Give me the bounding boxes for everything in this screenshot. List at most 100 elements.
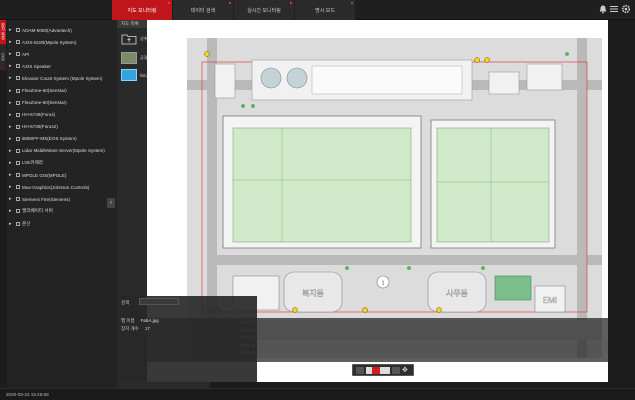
bell-icon[interactable] <box>599 5 607 17</box>
tree-item[interactable]: ▸ Lidar MiddleWare Server(Mpole System) <box>7 145 117 157</box>
tab-indicator <box>290 2 292 4</box>
map-label-office: 사무동 <box>446 289 468 298</box>
expand-arrow-icon[interactable]: ▸ <box>9 124 14 130</box>
checkbox[interactable] <box>16 173 20 178</box>
expand-arrow-icon[interactable]: ▸ <box>9 112 14 118</box>
tree-item[interactable]: ▸ 준신 <box>7 218 117 230</box>
expand-arrow-icon[interactable]: ▸ <box>9 196 14 202</box>
map-control-bar: ✥ <box>352 364 414 376</box>
expand-arrow-icon[interactable]: ▸ <box>9 100 14 106</box>
tree-item[interactable]: ▸ API <box>7 48 117 60</box>
expand-arrow-icon[interactable]: ▸ <box>9 39 14 45</box>
tree-item-label: AXIS-8180(Mpole System) <box>22 39 77 45</box>
expand-arrow-icon[interactable]: ▸ <box>9 221 14 227</box>
search-label: 검색 <box>121 300 130 305</box>
tree-item-label: LVE카메라 <box>22 160 44 166</box>
expand-arrow-icon[interactable]: ▸ <box>9 208 14 214</box>
checkbox[interactable] <box>16 161 20 166</box>
checkbox[interactable] <box>16 76 20 81</box>
tree-item[interactable]: ▸ i8060FF-MS(EOS System) <box>7 133 117 145</box>
checkbox[interactable] <box>16 112 20 117</box>
expand-arrow-icon[interactable]: ▸ <box>9 75 14 81</box>
checkbox[interactable] <box>16 136 20 141</box>
tree-item-label: FlexZone-60(Senstar) <box>22 88 67 94</box>
menu-icon[interactable] <box>610 5 618 16</box>
tree-item-label: i8060FF-MS(EOS System) <box>22 136 77 142</box>
tree-item[interactable]: ▸ LVE카메라 <box>7 157 117 169</box>
tab-label: 명시 보드 <box>315 7 335 14</box>
svg-text:1: 1 <box>382 281 385 287</box>
tree-item[interactable]: ▸ 엘리베이터 서버 <box>7 205 117 217</box>
move-icon[interactable]: ✥ <box>402 366 408 374</box>
tree-item-label: 엘리베이터 서버 <box>22 208 53 214</box>
tree-item-label: MPOLE GIS(MPOLE) <box>22 172 67 178</box>
top-bar: 지도 모니터링 데이터 검색 실시간 모니터링 명시 보드 <box>0 0 635 20</box>
tree-item[interactable]: ▸ AXIS Speaker <box>7 60 117 72</box>
checkbox[interactable] <box>16 28 20 33</box>
app-window: 지도 모니터링 데이터 검색 실시간 모니터링 명시 보드 장치 목록 알람 ▸… <box>0 0 635 400</box>
tree-item[interactable]: ▸ ADAM-6050(Advantech) <box>7 24 117 36</box>
checkbox[interactable] <box>16 221 20 226</box>
checkbox[interactable] <box>16 40 20 45</box>
tab-data-search[interactable]: 데이터 검색 <box>173 0 233 20</box>
collapse-panel-button[interactable]: ‹ <box>107 198 115 208</box>
zoom-out-button[interactable] <box>356 366 364 374</box>
checkbox[interactable] <box>16 209 20 214</box>
tab-board[interactable]: 명시 보드 <box>295 0 355 20</box>
checkbox[interactable] <box>16 124 20 129</box>
tab-indicator <box>168 2 170 4</box>
zoom-in-button[interactable] <box>392 366 400 374</box>
tab-realtime-monitoring[interactable]: 실시간 모니터링 <box>234 0 294 20</box>
vertical-scroll-area[interactable] <box>608 20 635 382</box>
expand-arrow-icon[interactable]: ▸ <box>9 63 14 69</box>
expand-arrow-icon[interactable]: ▸ <box>9 172 14 178</box>
status-bar: 2020-03-24 15:45:58 <box>0 388 635 400</box>
gear-icon[interactable] <box>621 4 631 17</box>
side-tabs: 장치 목록 알람 <box>0 20 6 70</box>
tree-item[interactable]: ▸ HH-6736(Forus2) <box>7 121 117 133</box>
map-label-emi: EMI <box>543 296 557 305</box>
expand-arrow-icon[interactable]: ▸ <box>9 136 14 142</box>
tree-item[interactable]: ▸ Mux-Graphics(Johnson Controls) <box>7 181 117 193</box>
tree-item[interactable]: ▸ AXIS-8180(Mpole System) <box>7 36 117 48</box>
tab-indicator <box>229 2 231 4</box>
checkbox[interactable] <box>16 100 20 105</box>
tree-item-label: HH-6736(Forus2) <box>22 124 58 130</box>
zoom-slider[interactable] <box>366 366 390 374</box>
map-thumbnail <box>121 52 137 64</box>
expand-arrow-icon[interactable]: ▸ <box>9 27 14 33</box>
checkbox[interactable] <box>16 88 20 93</box>
tree-item-label: Siemens Fire(Siemens) <box>22 196 70 202</box>
checkbox[interactable] <box>16 52 20 57</box>
checkbox[interactable] <box>16 64 20 69</box>
device-count-value: 17 <box>144 326 150 331</box>
device-count-row: 장치 개수 17 <box>121 326 150 332</box>
expand-arrow-icon[interactable]: ▸ <box>9 160 14 166</box>
tree-item[interactable]: ▸ FlexZone-60(Senstar) <box>7 97 117 109</box>
tree-item[interactable]: ▸ FlexZone-60(Senstar) <box>7 84 117 96</box>
tree-item-label: ADAM-6050(Advantech) <box>22 27 72 33</box>
map-name-value: FabA.jpg <box>140 318 159 323</box>
tree-item-label: FlexZone-60(Senstar) <box>22 100 67 106</box>
map-label-welfare: 복지동 <box>302 289 324 298</box>
tree-item-label: API <box>22 51 30 57</box>
tree-item-label: Lidar MiddleWare Server(Mpole System) <box>22 148 105 154</box>
side-tab-alarms[interactable]: 알람 <box>0 45 6 70</box>
tree-item-label: HH-6736(Forus) <box>22 112 56 118</box>
search-row: 검색 <box>121 300 129 306</box>
expand-arrow-icon[interactable]: ▸ <box>9 51 14 57</box>
expand-arrow-icon[interactable]: ▸ <box>9 184 14 190</box>
tab-map-monitoring[interactable]: 지도 모니터링 <box>112 0 172 20</box>
tree-item[interactable]: ▸ Elevator Count System (Mpole System) <box>7 72 117 84</box>
top-icons <box>599 4 631 17</box>
expand-arrow-icon[interactable]: ▸ <box>9 88 14 94</box>
search-input[interactable] <box>139 298 179 305</box>
tree-item[interactable]: ▸ Siemens Fire(Siemens) <box>7 193 117 205</box>
expand-arrow-icon[interactable]: ▸ <box>9 148 14 154</box>
checkbox[interactable] <box>16 148 20 153</box>
tree-item[interactable]: ▸ HH-6736(Forus) <box>7 109 117 121</box>
tree-item[interactable]: ▸ MPOLE GIS(MPOLE) <box>7 169 117 181</box>
checkbox[interactable] <box>16 185 20 190</box>
checkbox[interactable] <box>16 197 20 202</box>
side-tab-devices[interactable]: 장치 목록 <box>0 20 6 45</box>
